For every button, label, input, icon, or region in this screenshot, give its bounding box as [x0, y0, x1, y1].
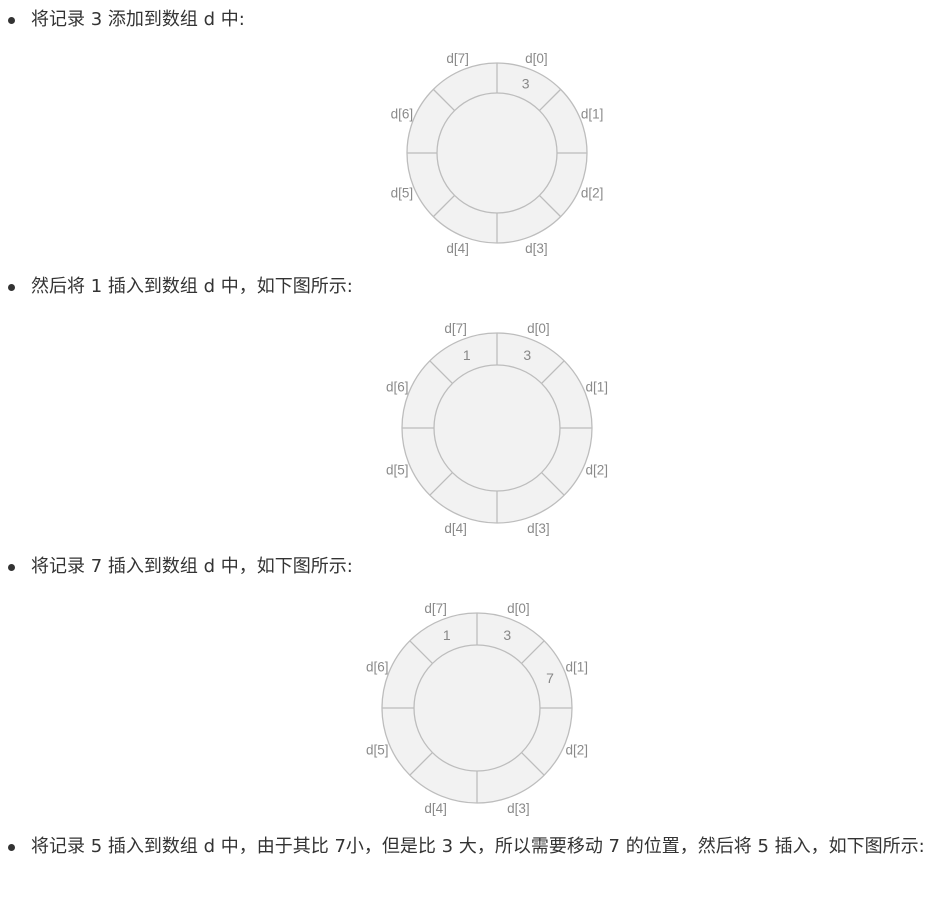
slot-label-d0: d[0]: [507, 601, 530, 616]
slot-value-d1: 7: [546, 670, 554, 686]
bullet-icon: [8, 844, 15, 851]
slot-value-d0: 3: [503, 627, 511, 643]
slot-label-d5: d[5]: [366, 742, 389, 757]
ring-diagram-3: d[0] 3 d[1] 7 d[2] d[3] d[4] d[5] d[6] d[7] 1: [366, 601, 589, 816]
slot-label-d3: d[3]: [507, 801, 530, 816]
step-4-text: 将记录 5 插入到数组 d 中，由于其比 7小，但是比 3 大，所以需要移动 7…: [31, 836, 925, 857]
slot-label-d1: d[1]: [566, 660, 589, 675]
ring-inner: [413, 644, 541, 772]
slot-label-d2: d[2]: [566, 742, 589, 757]
slot-label-d7: d[7]: [424, 601, 447, 616]
slot-label-d4: d[4]: [424, 801, 447, 816]
slot-value-d7: 1: [443, 627, 451, 643]
slot-label-d6: d[6]: [366, 660, 389, 675]
